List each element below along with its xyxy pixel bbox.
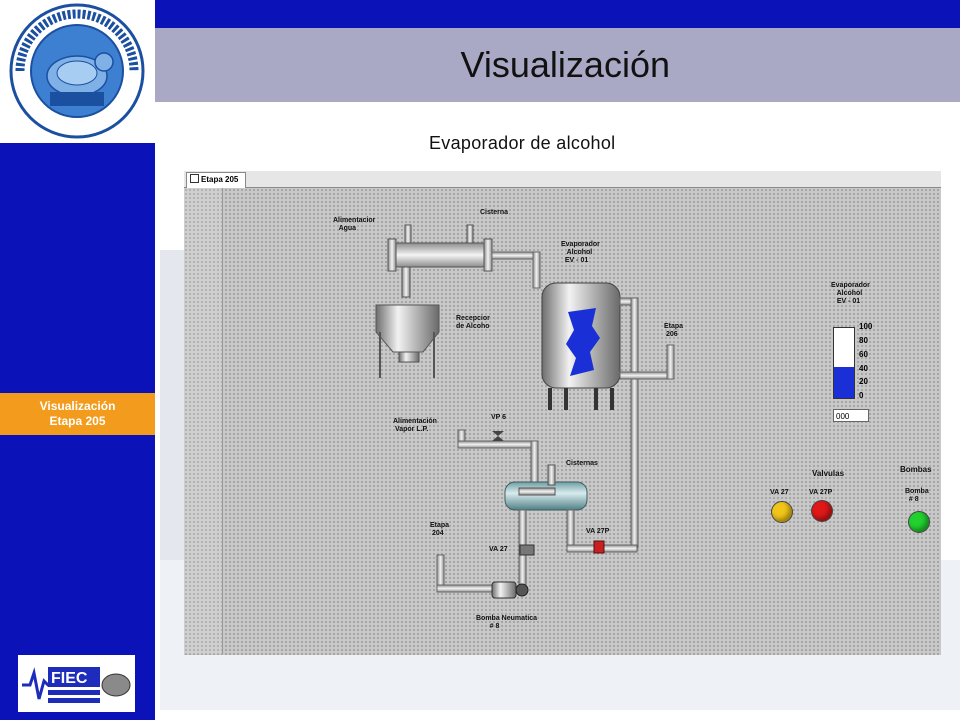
valve-va27p-icon[interactable] xyxy=(593,540,605,554)
label-bombas: Bombas xyxy=(900,465,932,474)
pipe xyxy=(436,584,498,593)
valve-va27-icon[interactable] xyxy=(519,544,535,556)
pipe xyxy=(457,440,539,449)
process-diagram xyxy=(375,224,675,599)
gauge-tick: 40 xyxy=(859,364,868,373)
label-va27-pipe: VA 27 xyxy=(489,546,508,553)
pump-icon[interactable] xyxy=(491,581,529,599)
label-valvulas: Valvulas xyxy=(812,469,845,478)
label-etapa-206: Etapa 206 xyxy=(664,323,684,338)
label-etapa-204: Etapa 204 xyxy=(430,522,450,537)
label-vp6: VP 6 xyxy=(491,414,507,421)
indicator-lamp-va27[interactable] xyxy=(771,501,793,523)
gauge-tick: 100 xyxy=(859,322,873,331)
label-cisternas: Cisternas xyxy=(566,460,598,467)
gauge-tick: 60 xyxy=(859,350,868,359)
label-alimentacion-agua: Alimentacior Agua xyxy=(333,217,376,232)
label-cisterna: Cisterna xyxy=(480,209,509,216)
pipe xyxy=(666,344,675,380)
label-bomba-neumatica: Bomba Neumatica # 8 xyxy=(476,615,538,630)
valve-vp6-icon[interactable] xyxy=(492,431,504,441)
reception-tank xyxy=(375,304,440,378)
pipe xyxy=(532,251,541,289)
label-va27p-lamp: VA 27P xyxy=(809,489,833,496)
level-gauge xyxy=(833,327,855,399)
gauge-tick: 80 xyxy=(859,336,868,345)
pipe xyxy=(619,371,673,380)
label-va27p-pipe: VA 27P xyxy=(586,528,610,535)
cisterns-exchanger xyxy=(504,464,588,511)
gauge-tick: 0 xyxy=(859,391,864,400)
label-evaporador: Evaporador Alcohol EV - 01 xyxy=(561,241,600,264)
indicator-lamp-bomba8[interactable] xyxy=(908,511,930,533)
gauge-tick: 20 xyxy=(859,377,868,386)
indicator-lamp-va27p[interactable] xyxy=(811,500,833,522)
evaporator-tank xyxy=(541,282,621,410)
label-va27-lamp: VA 27 xyxy=(770,489,789,496)
level-readout: 000 xyxy=(833,409,869,422)
pipe xyxy=(491,251,535,260)
pipe xyxy=(530,440,539,487)
label-recepcion-alcohol: Recepcior de Alcoho xyxy=(456,315,490,330)
heat-exchanger xyxy=(387,224,493,298)
label-alimentacion-vapor: Alimentación Vapor L.P. xyxy=(393,418,437,433)
level-gauge-fill xyxy=(834,366,854,398)
label-panel-evaporador: Evaporador Alcohol EV - 01 xyxy=(831,282,870,305)
pipe xyxy=(630,297,639,549)
label-bomba8-lamp: Bomba # 8 xyxy=(905,488,929,503)
